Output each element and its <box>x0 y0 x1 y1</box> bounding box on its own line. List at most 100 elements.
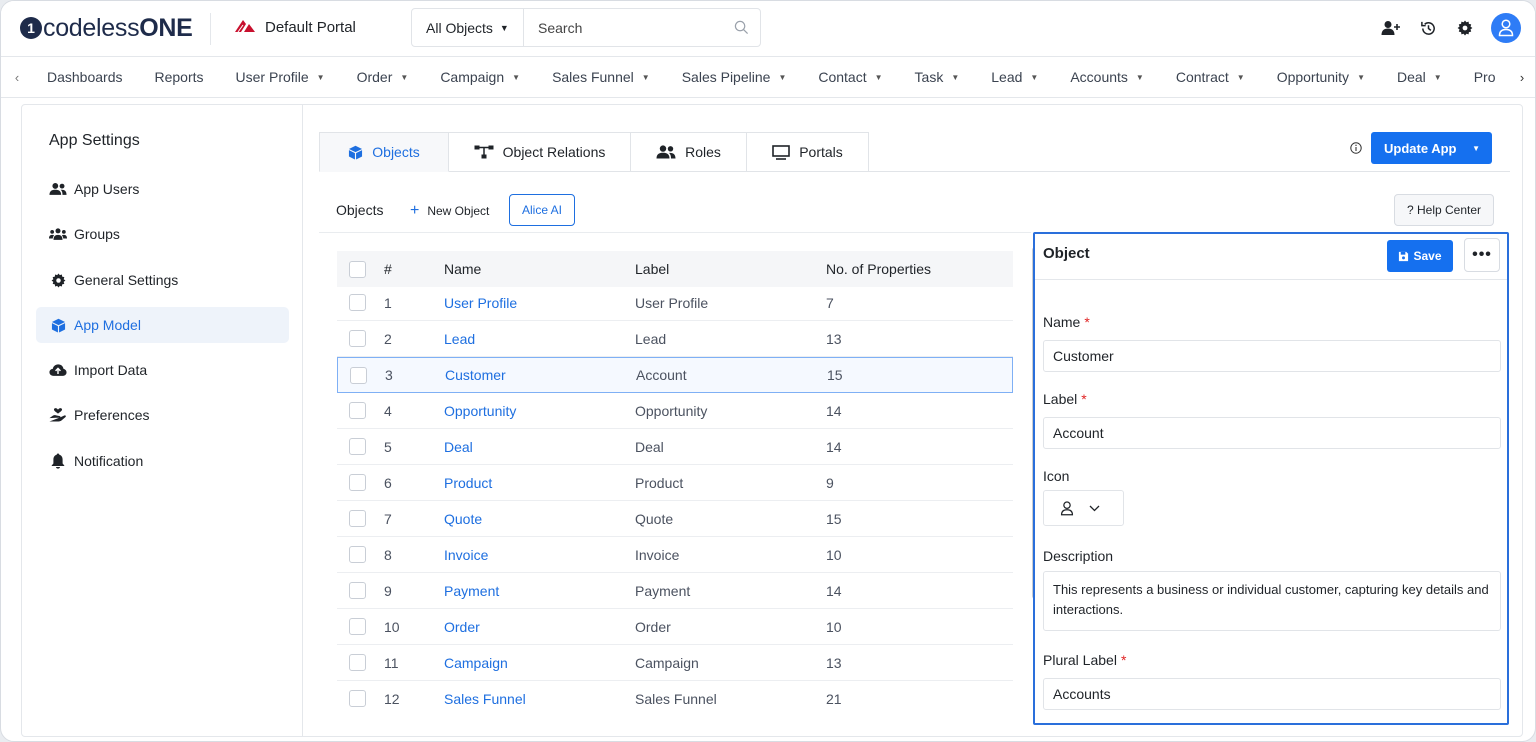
history-icon[interactable] <box>1417 17 1439 39</box>
object-label: User Profile <box>635 294 709 311</box>
sidebar-item-notification[interactable]: Notification <box>36 443 289 479</box>
nav-scroll-right-icon[interactable]: › <box>1509 57 1535 97</box>
select-all-checkbox[interactable] <box>349 260 366 278</box>
table-row[interactable]: 12 Sales Funnel Sales Funnel 21 <box>337 681 1013 713</box>
add-user-icon[interactable] <box>1380 17 1402 39</box>
caret-down-icon[interactable]: ▼ <box>1472 144 1480 153</box>
nav-item-sales-funnel[interactable]: Sales Funnel ▼ <box>536 57 666 97</box>
row-checkbox[interactable] <box>349 438 366 455</box>
object-name-link[interactable]: Order <box>444 619 480 635</box>
table-row[interactable]: 3 Customer Account 15 <box>337 357 1013 393</box>
tab-object-relations[interactable]: Object Relations <box>449 132 631 172</box>
object-name-link[interactable]: Customer <box>445 367 506 383</box>
object-name-link[interactable]: Quote <box>444 511 482 527</box>
nav-item-opportunity[interactable]: Opportunity ▼ <box>1261 57 1381 97</box>
sidebar-item-general-settings[interactable]: General Settings <box>36 262 289 298</box>
nav-item-sales-pipeline[interactable]: Sales Pipeline ▼ <box>666 57 803 97</box>
object-name-link[interactable]: Campaign <box>444 655 508 671</box>
nav-scroll-left-icon[interactable]: ‹ <box>1 70 33 85</box>
object-name-link[interactable]: User Profile <box>444 295 517 311</box>
table-row[interactable]: 9 Payment Payment 14 <box>337 573 1013 609</box>
app-logo[interactable]: 1 codelessONE <box>20 15 193 41</box>
gear-icon[interactable] <box>1454 17 1476 39</box>
sidebar-item-preferences[interactable]: Preferences <box>36 397 289 433</box>
search-input[interactable] <box>524 9 722 46</box>
object-name-link[interactable]: Opportunity <box>444 403 516 419</box>
row-checkbox[interactable] <box>349 654 366 671</box>
table-row[interactable]: 1 User Profile User Profile 7 <box>337 285 1013 321</box>
row-checkbox[interactable] <box>350 366 367 384</box>
table-row[interactable]: 11 Campaign Campaign 13 <box>337 645 1013 681</box>
tab-roles[interactable]: Roles <box>631 132 747 172</box>
nav-item-reports[interactable]: Reports <box>139 57 220 97</box>
row-number: 4 <box>384 402 392 419</box>
row-checkbox[interactable] <box>349 510 366 527</box>
caret-down-icon: ▼ <box>874 72 883 82</box>
portal-switcher[interactable]: Default Portal <box>235 19 356 36</box>
cloud-upload-icon <box>49 363 67 377</box>
object-filter-select[interactable]: All Objects ▼ <box>412 9 524 46</box>
update-app-button[interactable]: Update App ▼ <box>1371 132 1492 164</box>
nav-item-pro[interactable]: Pro <box>1458 57 1512 97</box>
row-checkbox[interactable] <box>349 690 366 707</box>
row-checkbox[interactable] <box>349 582 366 599</box>
object-name-link[interactable]: Invoice <box>444 547 488 563</box>
info-icon[interactable] <box>1350 141 1362 157</box>
nav-item-lead[interactable]: Lead ▼ <box>975 57 1054 97</box>
table-row[interactable]: 4 Opportunity Opportunity 14 <box>337 393 1013 429</box>
search-icon[interactable] <box>722 20 760 35</box>
table-row[interactable]: 8 Invoice Invoice 10 <box>337 537 1013 573</box>
object-name-link[interactable]: Sales Funnel <box>444 691 526 707</box>
sidebar-item-label: App Model <box>74 317 141 333</box>
sidebar-item-groups[interactable]: Groups <box>36 216 289 252</box>
object-name-link[interactable]: Lead <box>444 331 475 347</box>
sidebar-item-app-users[interactable]: App Users <box>36 171 289 207</box>
label-field[interactable] <box>1043 417 1501 449</box>
table-row[interactable]: 6 Product Product 9 <box>337 465 1013 501</box>
nav-item-label: Contact <box>818 69 867 85</box>
nav-item-deal[interactable]: Deal ▼ <box>1381 57 1458 97</box>
row-checkbox[interactable] <box>349 474 366 491</box>
sidebar-item-label: App Users <box>74 181 140 197</box>
more-options-button[interactable]: ••• <box>1464 238 1500 272</box>
nav-item-accounts[interactable]: Accounts ▼ <box>1054 57 1160 97</box>
new-object-button[interactable]: + New Object <box>410 202 489 220</box>
plural-label-field[interactable] <box>1043 678 1501 710</box>
row-checkbox[interactable] <box>349 330 366 347</box>
icon-picker[interactable] <box>1043 490 1124 526</box>
table-row[interactable]: 7 Quote Quote 15 <box>337 501 1013 537</box>
sidebar-item-app-model[interactable]: App Model <box>36 307 289 343</box>
help-center-button[interactable]: ? Help Center <box>1394 194 1494 226</box>
row-checkbox[interactable] <box>349 294 366 311</box>
property-count: 9 <box>826 474 834 491</box>
column-header-properties[interactable]: No. of Properties <box>826 261 931 277</box>
row-checkbox[interactable] <box>349 402 366 419</box>
nav-item-task[interactable]: Task ▼ <box>899 57 976 97</box>
table-row[interactable]: 10 Order Order 10 <box>337 609 1013 645</box>
nav-item-user-profile[interactable]: User Profile ▼ <box>220 57 341 97</box>
nav-item-contract[interactable]: Contract ▼ <box>1160 57 1261 97</box>
nav-item-campaign[interactable]: Campaign ▼ <box>424 57 536 97</box>
object-name-link[interactable]: Product <box>444 475 492 491</box>
nav-item-order[interactable]: Order ▼ <box>341 57 425 97</box>
object-name-link[interactable]: Deal <box>444 439 473 455</box>
tab-label: Portals <box>799 144 843 160</box>
icon-field-label: Icon <box>1043 468 1070 484</box>
save-button[interactable]: Save <box>1387 240 1453 272</box>
user-avatar[interactable] <box>1491 13 1521 43</box>
row-checkbox[interactable] <box>349 546 366 563</box>
row-checkbox[interactable] <box>349 618 366 635</box>
sidebar-item-import-data[interactable]: Import Data <box>36 352 289 388</box>
name-field[interactable] <box>1043 340 1501 372</box>
column-header-name[interactable]: Name <box>444 261 481 277</box>
table-row[interactable]: 2 Lead Lead 13 <box>337 321 1013 357</box>
object-name-link[interactable]: Payment <box>444 583 499 599</box>
tab-objects[interactable]: Objects <box>319 132 449 172</box>
alice-ai-button[interactable]: Alice AI <box>509 194 575 226</box>
table-row[interactable]: 5 Deal Deal 14 <box>337 429 1013 465</box>
tab-portals[interactable]: Portals <box>747 132 869 172</box>
description-field[interactable]: This represents a business or individual… <box>1043 571 1501 631</box>
column-header-label[interactable]: Label <box>635 261 669 277</box>
nav-item-contact[interactable]: Contact ▼ <box>802 57 898 97</box>
nav-item-dashboards[interactable]: Dashboards <box>33 57 139 97</box>
